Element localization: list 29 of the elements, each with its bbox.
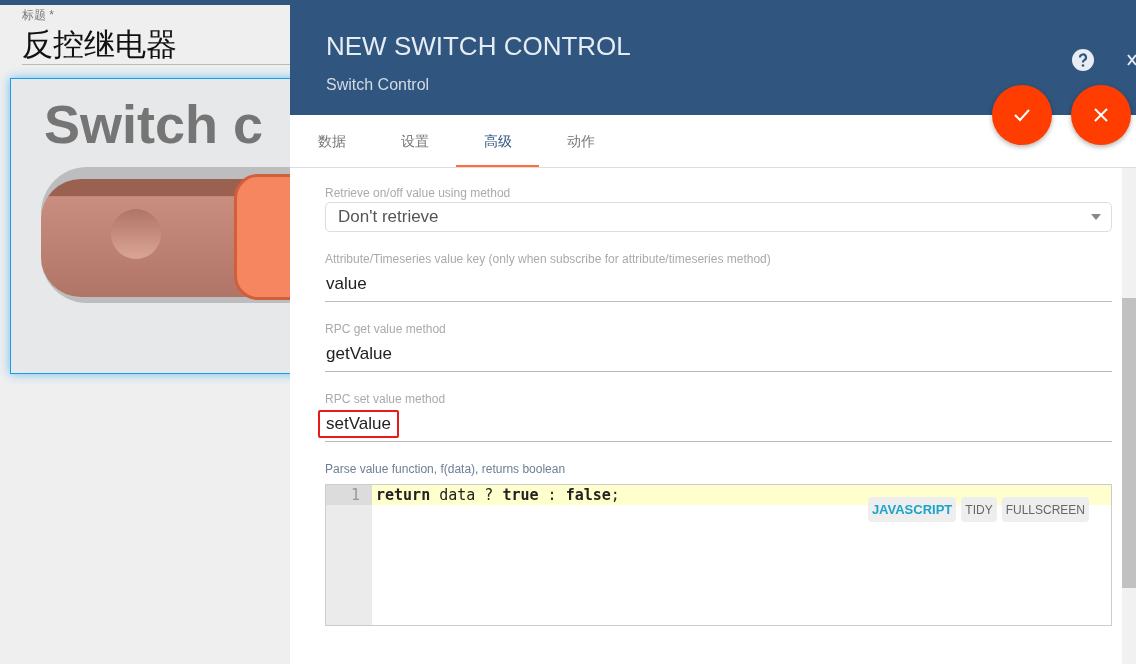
field-label: Retrieve on/off value using method [325, 186, 512, 200]
tab[interactable]: 动作 [539, 115, 622, 167]
field-label: Attribute/Timeseries value key (only when subscribe for attribute/timeseries method) [325, 252, 772, 266]
field-label: RPC get value method [325, 322, 447, 336]
close-icon[interactable] [1126, 52, 1136, 68]
widget-heading: Switch c [43, 93, 265, 156]
line-number: 1 [326, 485, 372, 505]
code-editor[interactable]: 1 return data ? true : false; JAVASCRIPT TIDY FULLSCREEN [325, 484, 1112, 626]
method-dropdown[interactable]: Don't retrieve [325, 202, 1112, 232]
caret-icon [1091, 214, 1101, 220]
cancel-button[interactable] [1071, 85, 1131, 145]
editor-button[interactable]: TIDY [961, 497, 997, 522]
dialog-subtitle: Switch Control [326, 76, 431, 94]
tab[interactable]: 高级 [456, 115, 539, 167]
tab[interactable]: 数据 [290, 115, 373, 167]
input-field[interactable]: setValue [318, 410, 399, 438]
scrollbar[interactable] [1122, 168, 1136, 664]
field-label: 标题 * [22, 7, 55, 24]
input-field[interactable]: value [318, 270, 375, 298]
help-icon[interactable] [1071, 48, 1095, 72]
code-line: return data ? true : false; [376, 486, 620, 504]
field-label: Parse value function, f(data), returns boolean [325, 462, 567, 476]
title-input[interactable]: 反控继电器 [22, 24, 177, 64]
input-field[interactable]: getValue [318, 340, 400, 368]
tab[interactable]: 设置 [373, 115, 456, 167]
dialog-title: NEW SWITCH CONTROL [326, 31, 632, 62]
apply-button[interactable] [992, 85, 1052, 145]
editor-button[interactable]: FULLSCREEN [1001, 497, 1089, 522]
field-label: RPC set value method [325, 392, 447, 406]
